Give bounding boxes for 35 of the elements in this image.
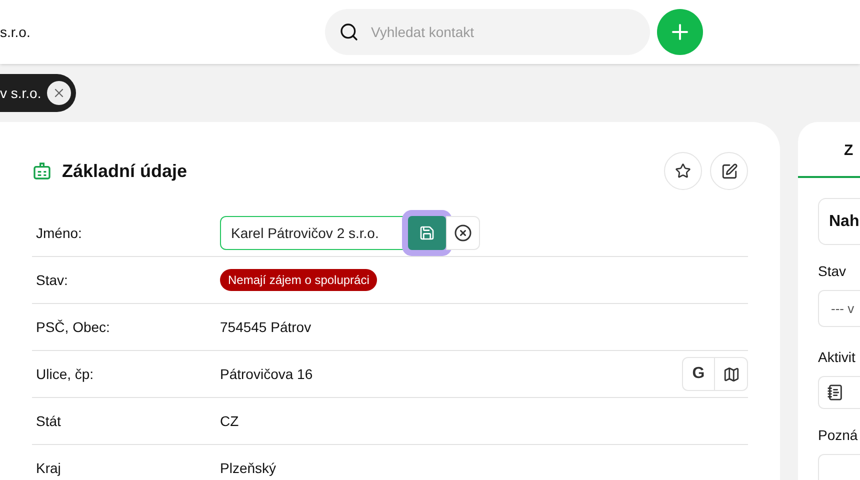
save-button[interactable] [408,216,446,250]
field-value: Plzeňský [220,459,276,478]
street-value: Pátrovičova 16 [220,364,313,384]
favorite-button[interactable] [664,152,702,190]
panel-tab[interactable]: Z [798,122,860,178]
field-value: 754545 Pátrov [220,318,312,336]
star-icon [675,163,691,179]
activity-label: Aktivit [818,348,856,367]
heading-box: Nah [818,198,860,245]
note-label: Pozná [818,426,859,445]
note-icon [827,384,844,401]
field-value: CZ [220,412,239,430]
map-icon [722,366,740,382]
search-icon [339,22,359,42]
cancel-button[interactable] [446,216,480,250]
field-label: Stav: [35,270,69,290]
save-icon [419,225,435,241]
filter-chip[interactable]: v s.r.o. [0,74,76,112]
field-label: Ulice, čp: [35,364,95,384]
section-title: Základní údaje [62,160,188,183]
field-label: Kraj [35,459,62,478]
company-name: s.r.o. [0,22,32,42]
chip-label: v s.r.o. [0,84,42,102]
close-icon [454,224,472,242]
field-label: PSČ, Obec: [35,318,111,336]
status-select[interactable]: --- v [818,290,860,327]
edit-button[interactable] [710,152,748,190]
field-label: Stát [35,412,62,430]
field-label: Jméno: [35,224,83,242]
add-button[interactable] [657,9,703,55]
status-label: Stav [818,262,848,281]
edit-icon [720,162,738,180]
id-badge-icon [32,161,52,181]
chip-close-button[interactable] [47,81,72,105]
status-badge: Nemají zájem o spolupráci [220,269,378,291]
